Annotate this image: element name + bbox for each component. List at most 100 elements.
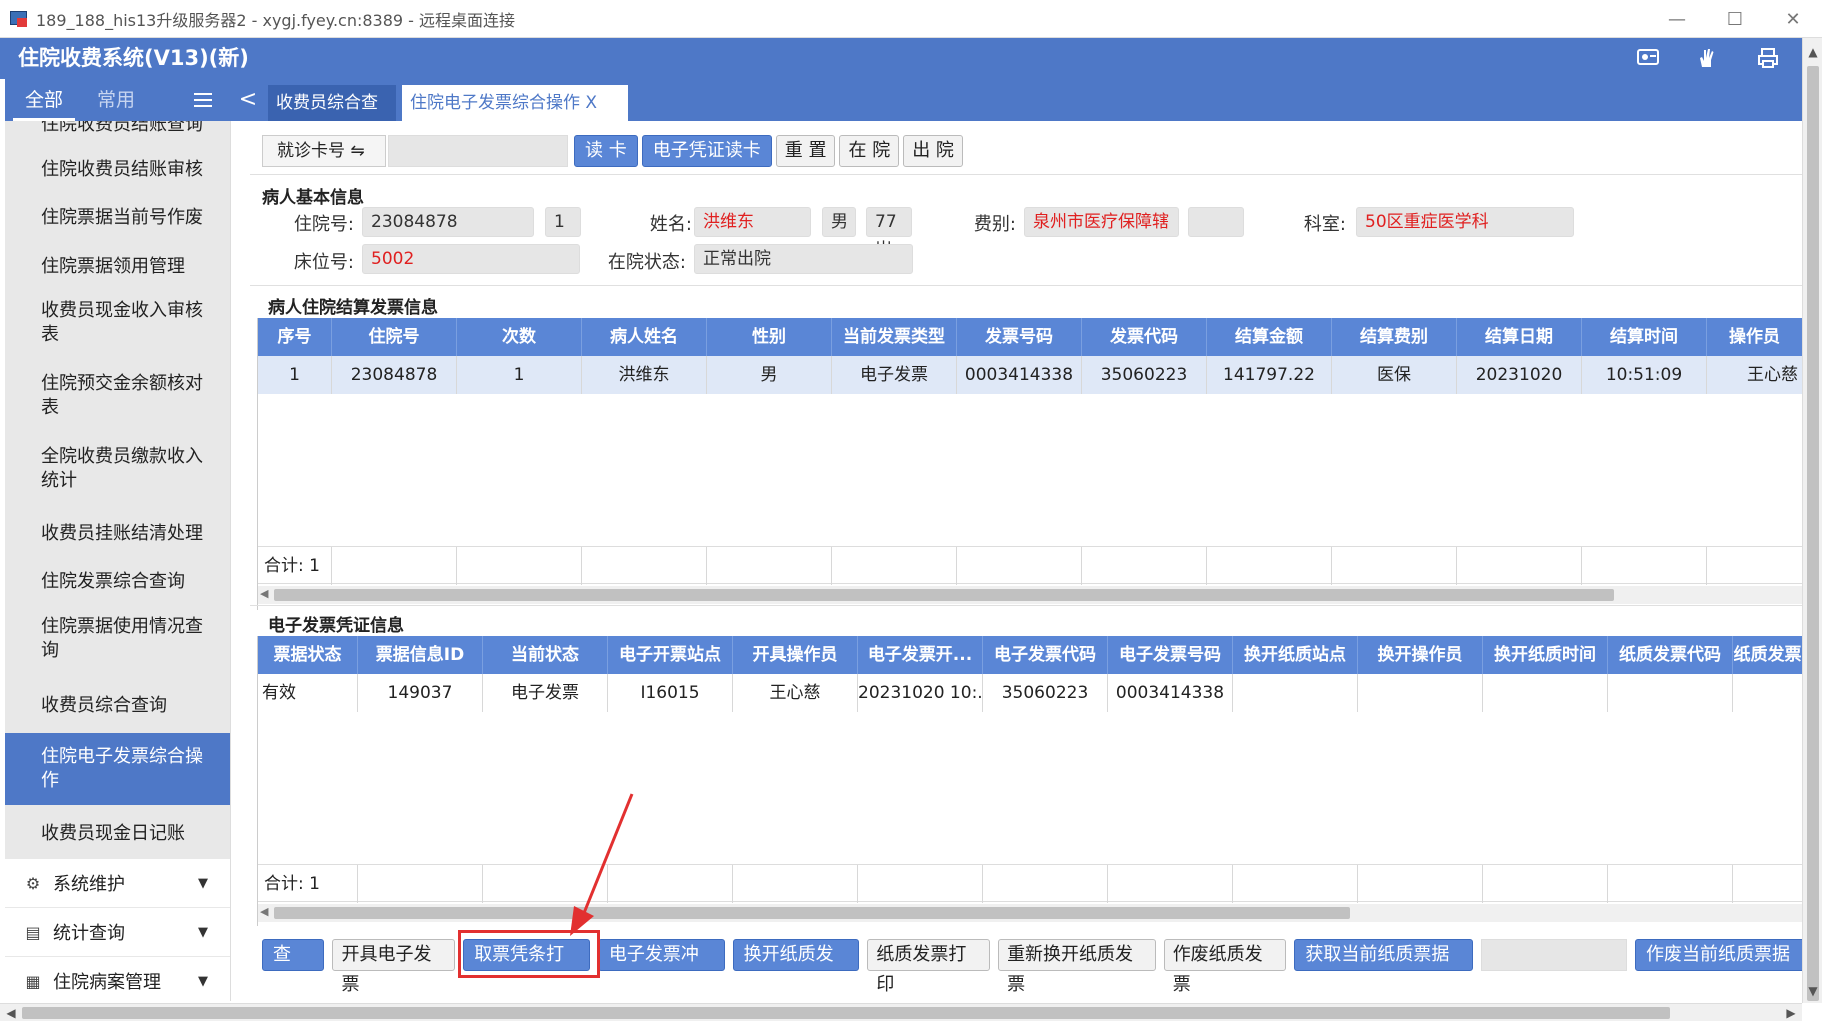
scroll-right-icon[interactable]: ▶: [1782, 1004, 1800, 1021]
change-paper-invoice-button[interactable]: 换开纸质发票: [732, 939, 860, 995]
column-header[interactable]: 当前状态: [483, 636, 608, 674]
sidebar-item-active[interactable]: 住院电子发票综合操作: [5, 733, 230, 805]
id-card-icon[interactable]: [1636, 46, 1660, 70]
column-header[interactable]: 电子发票代码: [983, 636, 1108, 674]
rechange-paper-invoice-button[interactable]: 重新换开纸质发票: [998, 939, 1156, 995]
scroll-up-icon[interactable]: ▲: [1803, 42, 1822, 62]
scroll-down-icon[interactable]: ▼: [1803, 981, 1822, 1001]
column-header[interactable]: 结算时间: [1582, 318, 1707, 356]
issue-e-invoice-button[interactable]: 开具电子发票: [332, 939, 456, 995]
scrollbar-thumb[interactable]: [274, 589, 1614, 601]
sidebar-item[interactable]: 收费员现金收入审核表: [5, 291, 230, 355]
column-header[interactable]: 换开纸质时间: [1483, 636, 1608, 674]
column-header[interactable]: 纸质发票代码: [1608, 636, 1733, 674]
column-header[interactable]: 性别: [707, 318, 832, 356]
current-paper-no-field[interactable]: [1481, 939, 1627, 971]
column-header[interactable]: 换开操作员: [1358, 636, 1483, 674]
sidebar-item[interactable]: 住院预交金余额核对表: [5, 364, 230, 428]
chevron-down-icon: ▼: [198, 875, 208, 891]
card-number-input[interactable]: [388, 135, 568, 167]
void-paper-invoice-button[interactable]: 作废纸质发票: [1163, 939, 1287, 995]
sidebar-item[interactable]: 住院收费员结账查询: [5, 121, 230, 139]
back-arrow-icon[interactable]: <: [236, 79, 260, 121]
scrollbar-thumb[interactable]: [22, 1007, 1670, 1019]
status-field[interactable]: 正常出院: [694, 244, 913, 274]
tab-cashier-query[interactable]: 收费员综合查询: [268, 85, 396, 149]
column-header[interactable]: 操作员: [1707, 318, 1802, 356]
sidebar-item[interactable]: 收费员综合查询: [5, 683, 230, 729]
in-hospital-button[interactable]: 在 院: [839, 135, 900, 167]
bed-field[interactable]: 5002: [362, 244, 580, 274]
scroll-left-icon[interactable]: ◀: [260, 587, 268, 600]
sidebar-group-stats[interactable]: ▤ 统计查询 ▼: [5, 908, 230, 956]
column-header[interactable]: 当前发票类型: [832, 318, 957, 356]
inpatient-no-field[interactable]: 23084878: [362, 207, 534, 237]
column-header[interactable]: 结算费别: [1332, 318, 1457, 356]
column-header[interactable]: 电子发票开...: [858, 636, 983, 674]
column-header[interactable]: 换开纸质站点: [1233, 636, 1358, 674]
visit-count-field[interactable]: 1: [545, 207, 581, 237]
sidebar-item[interactable]: 全院收费员缴款收入统计: [5, 437, 230, 501]
sidebar-item[interactable]: 收费员挂账结清处理: [5, 511, 230, 557]
scroll-left-icon[interactable]: ◀: [2, 1004, 20, 1021]
sidebar-tab-common[interactable]: 常用: [97, 79, 135, 121]
close-button[interactable]: ✕: [1764, 0, 1822, 38]
table-row[interactable]: 1 23084878 1 洪维东 男 电子发票 0003414338 35060…: [258, 356, 1802, 394]
gender-field[interactable]: 男: [822, 207, 856, 237]
card-type-select[interactable]: 就诊卡号 ⇋: [262, 135, 386, 167]
dept-field[interactable]: 50区重症医学科: [1356, 207, 1574, 237]
sidebar-item[interactable]: 住院收费员结账审核: [5, 147, 230, 193]
table-cell: [1608, 674, 1733, 712]
invoice-table-hscroll[interactable]: ◀: [258, 586, 1802, 604]
sidebar-item[interactable]: 收费员现金日记账: [5, 811, 230, 857]
column-header[interactable]: 发票号码: [957, 318, 1082, 356]
maximize-button[interactable]: ☐: [1706, 0, 1764, 38]
sidebar-tab-all[interactable]: 全部: [13, 79, 76, 121]
column-header[interactable]: 票据状态: [258, 636, 358, 674]
column-header[interactable]: 住院号: [332, 318, 457, 356]
printer-icon[interactable]: [1756, 46, 1780, 70]
column-header[interactable]: 次数: [457, 318, 582, 356]
menu-icon[interactable]: [194, 93, 212, 107]
age-field[interactable]: 77岁: [866, 207, 912, 260]
column-header[interactable]: 结算金额: [1207, 318, 1332, 356]
scrollbar-thumb[interactable]: [274, 907, 1350, 919]
window-vscroll[interactable]: ▲ ▼: [1802, 38, 1822, 1003]
query-button[interactable]: 查 询: [262, 939, 325, 995]
column-header[interactable]: 电子发票号码: [1108, 636, 1233, 674]
discharged-button[interactable]: 出 院: [903, 135, 963, 167]
name-field[interactable]: 洪维东: [694, 207, 811, 237]
column-header[interactable]: 发票代码: [1082, 318, 1207, 356]
paper-invoice-print-button[interactable]: 纸质发票打印: [867, 939, 991, 995]
sidebar-item[interactable]: 住院票据使用情况查询: [5, 607, 230, 671]
fee-type-field[interactable]: 泉州市医疗保障辖: [1024, 207, 1179, 237]
column-header[interactable]: 病人姓名: [582, 318, 707, 356]
evoucher-table-hscroll[interactable]: ◀: [258, 904, 1802, 922]
table-row[interactable]: 有效 149037 电子发票 I16015 王心慈 20231020 10:..…: [258, 674, 1802, 712]
void-current-paper-no-button[interactable]: 作废当前纸质票据号: [1634, 939, 1815, 995]
reset-button[interactable]: 重 置: [775, 135, 836, 167]
get-current-paper-no-button[interactable]: 获取当前纸质票据号: [1294, 939, 1474, 995]
scrollbar-thumb[interactable]: [1807, 66, 1819, 1001]
fee-extra-field[interactable]: [1188, 207, 1244, 237]
e-voucher-read-button[interactable]: 电子凭证读卡: [641, 135, 772, 167]
sidebar-item[interactable]: 住院票据领用管理: [5, 244, 230, 290]
scroll-left-icon[interactable]: ◀: [260, 905, 268, 918]
window-hscroll[interactable]: ◀ ▶: [0, 1003, 1802, 1021]
table-cell: 35060223: [1082, 356, 1207, 394]
column-header[interactable]: 序号: [258, 318, 332, 356]
sidebar-item[interactable]: 住院票据当前号作废: [5, 195, 230, 241]
read-card-button[interactable]: 读 卡: [574, 135, 638, 167]
column-header[interactable]: 纸质发票: [1733, 636, 1802, 674]
e-invoice-reverse-button[interactable]: 电子发票冲红: [597, 939, 725, 995]
column-header[interactable]: 电子开票站点: [608, 636, 733, 674]
sidebar-item[interactable]: 住院发票综合查询: [5, 559, 230, 605]
column-header[interactable]: 结算日期: [1457, 318, 1582, 356]
column-header[interactable]: 开具操作员: [733, 636, 858, 674]
minimize-button[interactable]: —: [1648, 0, 1706, 38]
column-header[interactable]: 票据信息ID: [358, 636, 483, 674]
hand-icon[interactable]: [1694, 46, 1718, 70]
sidebar-group-system[interactable]: ⚙ 系统维护 ▼: [5, 859, 230, 907]
tab-e-invoice-ops[interactable]: 住院电子发票综合操作 X: [402, 85, 628, 121]
sidebar-group-records[interactable]: ▦ 住院病案管理 ▼: [5, 957, 230, 997]
